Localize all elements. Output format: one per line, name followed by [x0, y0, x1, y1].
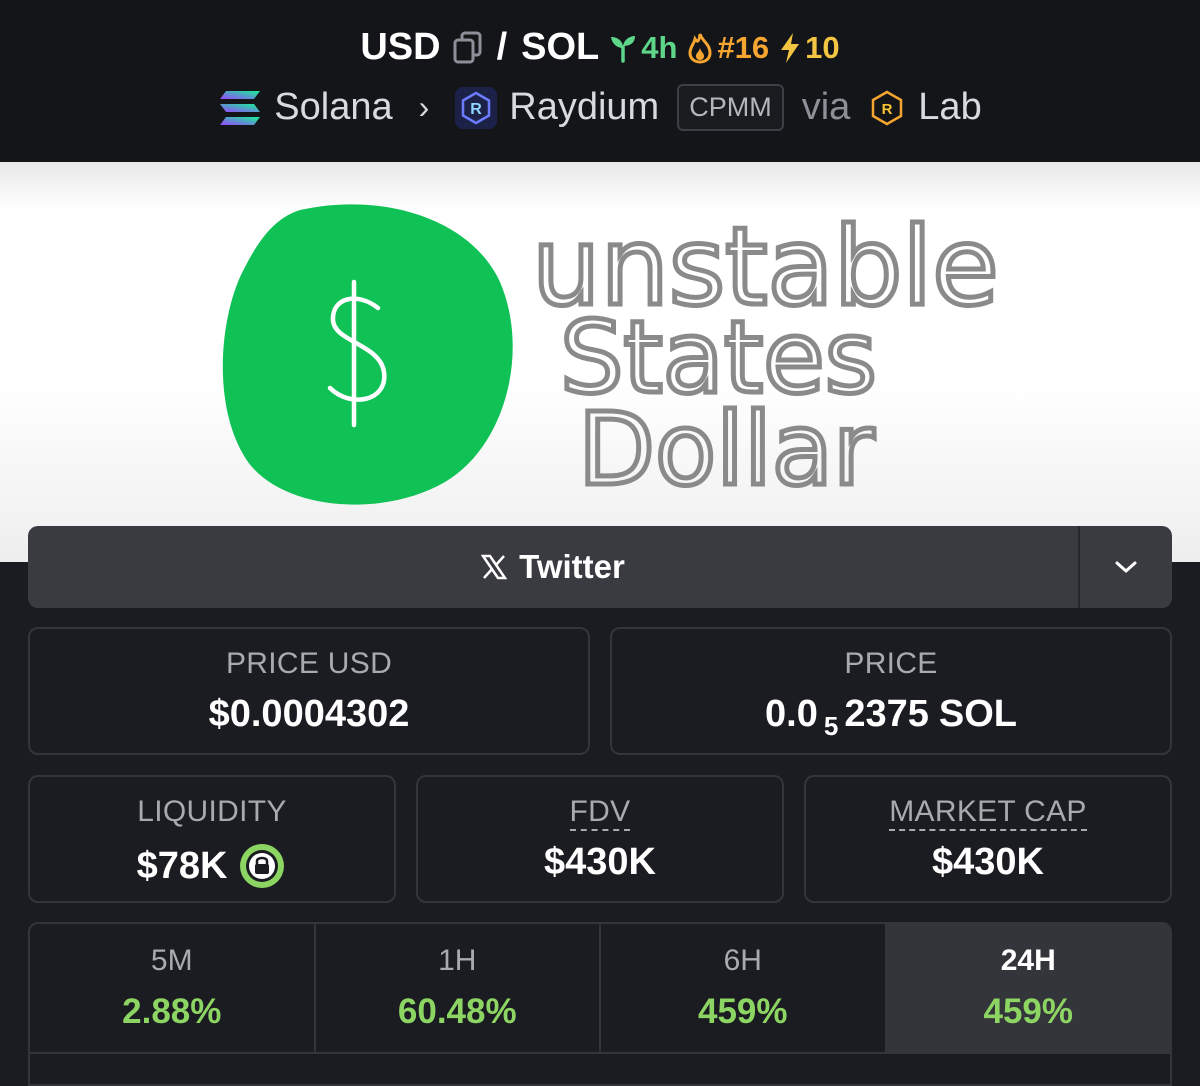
- twitter-button[interactable]: Twitter: [28, 526, 1078, 608]
- fdv-value: $430K: [544, 841, 656, 883]
- quote-token-symbol: SOL: [521, 26, 600, 68]
- svg-text:R: R: [470, 101, 482, 118]
- x-logo-icon: [481, 554, 508, 580]
- price-native-label: PRICE: [844, 647, 938, 680]
- banner-line-3: Dollar: [578, 391, 875, 508]
- liquidity-label: LIQUIDITY: [137, 795, 287, 828]
- trending-rank: #16: [717, 29, 770, 65]
- twitter-label: Twitter: [519, 548, 625, 585]
- socials-bar: Twitter: [28, 526, 1172, 608]
- period-label: 24H: [1000, 944, 1056, 977]
- chain-name[interactable]: Solana: [274, 86, 392, 129]
- price-native-card: PRICE 0.0 5 2375 SOL: [610, 627, 1172, 755]
- flame-icon: [688, 32, 712, 64]
- liquidity-card: LIQUIDITY $78K: [28, 775, 396, 903]
- token-banner-image: unstable States Dollar: [0, 162, 1200, 562]
- liquidity-value: $78K: [136, 844, 228, 887]
- period-change: 459%: [697, 992, 788, 1031]
- svg-text:R: R: [882, 101, 893, 118]
- price-zero-count: 5: [823, 711, 839, 741]
- sprout-icon: [611, 35, 636, 63]
- chevron-right-icon: ›: [418, 89, 430, 125]
- period-change: 2.88%: [122, 992, 222, 1031]
- changes-divider: [30, 1052, 1170, 1086]
- launchpad-icon: R: [872, 90, 903, 125]
- tab-6h[interactable]: 6H 459%: [601, 924, 887, 1054]
- raydium-icon: R: [455, 86, 498, 129]
- socials-dropdown-toggle[interactable]: [1078, 526, 1172, 608]
- period-label: 5M: [150, 944, 193, 977]
- fdv-label: FDV: [418, 795, 782, 831]
- pair-age-text: 4h: [641, 29, 678, 65]
- boost-badge[interactable]: 10: [779, 29, 840, 66]
- market-cap-value: $430K: [932, 841, 1044, 883]
- period-change: 60.48%: [397, 992, 517, 1031]
- price-usd-label: PRICE USD: [225, 647, 393, 680]
- pair-age-badge: 4h: [609, 30, 677, 66]
- lightning-icon: [781, 32, 800, 63]
- tab-1h[interactable]: 1H 60.48%: [316, 924, 601, 1054]
- price-digits: 2375: [844, 693, 929, 735]
- market-cap-label: MARKET CAP: [806, 795, 1170, 831]
- liquidity-value-row: $78K: [30, 841, 394, 891]
- chain-dex-row: Solana › R Raydium CPMM via R Lab: [0, 84, 1200, 131]
- copy-icon[interactable]: [453, 31, 483, 65]
- tab-5m[interactable]: 5M 2.88%: [30, 924, 316, 1054]
- price-native-value: 0.0 5 2375 SOL: [612, 693, 1170, 741]
- base-token-symbol: USD: [360, 26, 441, 68]
- period-label: 1H: [438, 944, 477, 977]
- pair-title-row: USD / SOL 4h #16 10: [0, 26, 1200, 69]
- price-unit: SOL: [938, 693, 1017, 735]
- tab-24h[interactable]: 24H 459%: [886, 924, 1170, 1054]
- price-prefix: 0.0: [765, 693, 818, 735]
- pair-header: USD / SOL 4h #16 10 Solana › R Raydium C…: [0, 0, 1200, 162]
- boost-count: 10: [805, 29, 840, 65]
- pair-separator: /: [496, 26, 508, 68]
- price-usd-card: PRICE USD $0.0004302: [28, 627, 590, 755]
- chevron-down-icon: [1115, 561, 1137, 573]
- period-change: 459%: [983, 992, 1074, 1031]
- price-usd-value: $0.0004302: [208, 693, 410, 735]
- trending-badge[interactable]: #16: [687, 30, 769, 66]
- market-cap-card[interactable]: MARKET CAP $430K: [804, 775, 1172, 903]
- solana-icon: [220, 90, 261, 125]
- pool-type-badge: CPMM: [677, 84, 784, 131]
- green-coin: [222, 204, 513, 505]
- lock-icon[interactable]: [237, 841, 287, 891]
- period-label: 6H: [723, 944, 762, 977]
- dex-name[interactable]: Raydium: [509, 86, 659, 129]
- launchpad-name[interactable]: Lab: [918, 86, 981, 129]
- via-label: via: [801, 86, 851, 128]
- fdv-card[interactable]: FDV $430K: [416, 775, 784, 903]
